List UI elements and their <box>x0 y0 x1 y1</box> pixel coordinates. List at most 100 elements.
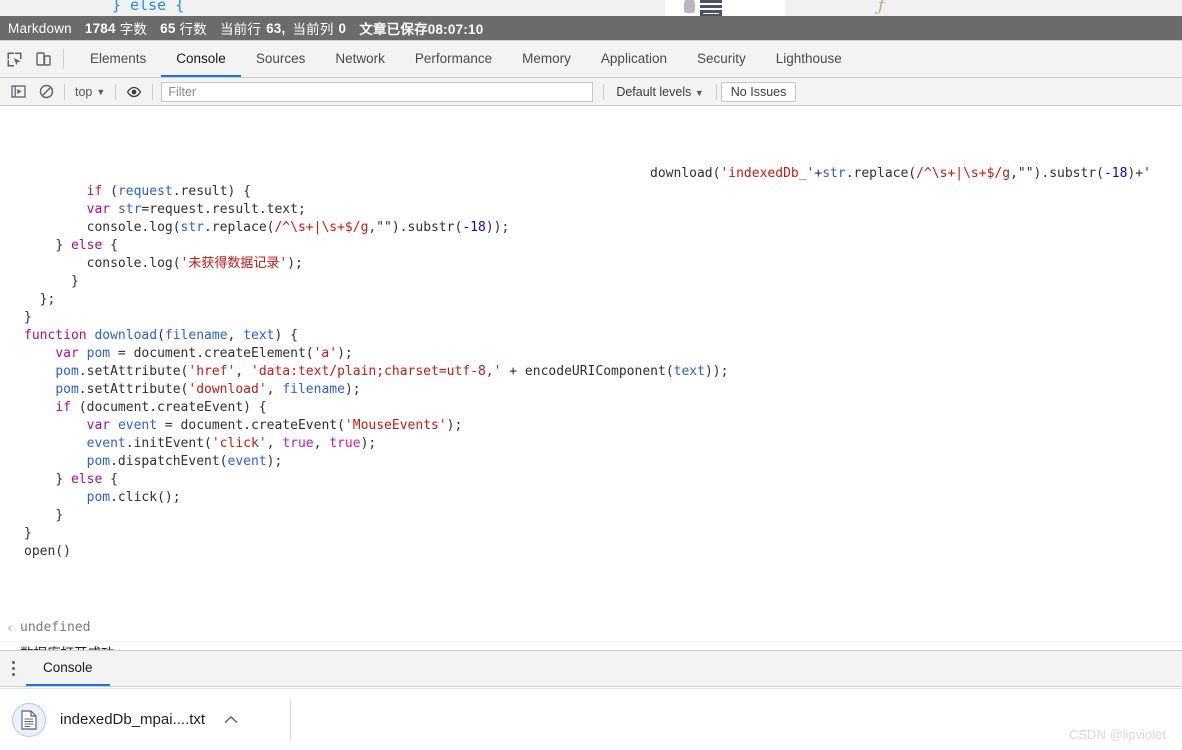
tab-sources[interactable]: Sources <box>241 41 321 77</box>
tab-application[interactable]: Application <box>586 41 682 77</box>
console-code-echo: if (request.result) { var str=request.re… <box>0 147 1182 615</box>
code-line: } <box>0 273 1182 291</box>
code-token: event <box>117 418 158 433</box>
screenshot-root: } else { ƒ Markdown 1784 字数 65 行数 当前行 63… <box>0 0 1182 750</box>
status-current-col-value: 0 <box>338 20 347 36</box>
console-filter-input[interactable]: Filter <box>161 81 594 102</box>
code-token: if <box>86 184 103 199</box>
tab-network[interactable]: Network <box>320 41 400 77</box>
tab-elements[interactable]: Elements <box>75 41 161 77</box>
drawer-tab-console[interactable]: Console <box>26 651 110 686</box>
code-token: , <box>235 364 251 379</box>
download-filename: indexedDb_mpai....txt <box>60 711 206 728</box>
chevron-down-icon: ▼ <box>96 86 106 97</box>
tab-memory[interactable]: Memory <box>507 41 586 77</box>
devtools-tab-bar: Elements Console Sources Network Perform… <box>0 41 1182 78</box>
code-token: var <box>86 418 118 433</box>
code-token: var <box>55 346 87 361</box>
more-options-icon[interactable] <box>0 651 26 686</box>
code-token: } <box>55 508 64 523</box>
code-token: 'data:text/plain;charset=utf-8,' <box>251 364 502 379</box>
code-token: event <box>86 436 126 451</box>
console-message-list[interactable]: if (request.result) { var str=request.re… <box>0 147 1182 650</box>
code-token: .setAttribute( <box>78 364 189 379</box>
status-line-count-value: 65 <box>160 20 176 36</box>
device-toolbar-icon[interactable] <box>29 41 58 77</box>
execution-context-icon[interactable] <box>4 84 32 99</box>
document-file-icon <box>12 702 46 737</box>
chevron-up-icon[interactable] <box>223 712 239 728</box>
markdown-status-bar: Markdown 1784 字数 65 行数 当前行 63, 当前列 0 文章已… <box>0 16 1182 40</box>
tab-security[interactable]: Security <box>682 41 761 77</box>
code-line: if (request.result) { <box>0 183 1182 201</box>
console-message-row: ‹ undefined <box>0 615 1182 642</box>
devtools-drawer: Console <box>0 650 1182 687</box>
code-token: .result) { <box>172 184 252 199</box>
code-token: }; <box>39 292 56 307</box>
code-token: .setAttribute( <box>78 382 189 397</box>
watermark-text: CSDN @lipviolet <box>1069 727 1166 742</box>
code-line: } <box>0 507 1182 525</box>
status-current-line-value: 63, <box>266 20 286 36</box>
code-line: event.initEvent('click', true, true); <box>0 435 1182 453</box>
code-line: open() <box>0 543 1182 561</box>
code-token: true <box>282 436 314 451</box>
code-token: 'download' <box>188 382 267 397</box>
code-token: =request.result.text; <box>141 202 306 217</box>
inspect-element-icon[interactable] <box>0 41 29 77</box>
code-line: } else { <box>0 471 1182 489</box>
live-expression-icon[interactable] <box>120 84 148 100</box>
status-word-count-label: 字数 <box>119 22 148 37</box>
code-token: str <box>117 202 142 217</box>
code-token: 'href' <box>188 364 236 379</box>
code-token: -18 <box>1103 166 1128 181</box>
code-token: pom <box>55 364 79 379</box>
code-line: function download(filename, text) { <box>0 327 1182 345</box>
code-line: } else { <box>0 237 1182 255</box>
code-token: + encodeURIComponent( <box>501 364 674 379</box>
console-download-call-line: download('indexedDb_'+str.replace(/^\s+|… <box>650 165 1151 183</box>
code-token: true <box>329 436 361 451</box>
code-token: ( <box>157 328 165 343</box>
code-line: var pom = document.createElement('a'); <box>0 345 1182 363</box>
code-token: text <box>243 328 275 343</box>
console-messages: ‹undefined数据库打开成功›read('sxr8AQiyoWGy0UB8… <box>0 615 1182 650</box>
code-token: text <box>673 364 705 379</box>
clear-console-icon[interactable] <box>32 84 60 99</box>
code-token: ); <box>344 382 361 397</box>
code-token: ); <box>446 418 463 433</box>
code-token: .replace( <box>845 166 917 181</box>
message-gutter <box>0 645 20 646</box>
download-item[interactable]: indexedDb_mpai....txt <box>0 689 239 750</box>
execution-context-label: top <box>75 84 93 99</box>
code-token: = document.createEvent( <box>157 418 345 433</box>
tab-performance[interactable]: Performance <box>400 41 507 77</box>
code-token: )); <box>485 220 510 235</box>
code-token: /^\s+|\s+$/g <box>274 220 369 235</box>
page-white-card <box>665 0 785 16</box>
code-token: pom <box>55 382 79 397</box>
status-current-col-label: 当前列 <box>292 22 334 37</box>
console-message-row: 数据库打开成功 <box>0 642 1182 650</box>
tab-lighthouse[interactable]: Lighthouse <box>761 41 857 77</box>
code-token: pom <box>86 490 111 505</box>
log-levels-dropdown[interactable]: Default levels ▼ <box>608 85 711 99</box>
tab-console[interactable]: Console <box>161 41 241 77</box>
italic-f-icon: ƒ <box>878 0 885 16</box>
code-line: } <box>0 525 1182 543</box>
code-token: )+' <box>1127 166 1151 181</box>
devtools-tabs: Elements Console Sources Network Perform… <box>75 41 857 77</box>
code-token: request <box>117 184 173 199</box>
status-language: Markdown <box>8 20 72 36</box>
issues-button[interactable]: No Issues <box>720 81 797 102</box>
console-filter-bar: top ▼ Filter Default levels ▼ No Issues <box>0 78 1182 106</box>
code-token: )); <box>704 364 729 379</box>
execution-context-selector[interactable]: top ▼ <box>69 85 111 99</box>
code-line: } <box>0 309 1182 327</box>
code-token: 'MouseEvents' <box>344 418 447 433</box>
hamburger-icon[interactable] <box>700 0 722 16</box>
status-saved-text: 文章已保存08:07:10 <box>359 22 484 37</box>
code-token: str <box>180 220 205 235</box>
console-message-text: undefined <box>20 620 91 635</box>
code-token: function <box>24 328 87 343</box>
